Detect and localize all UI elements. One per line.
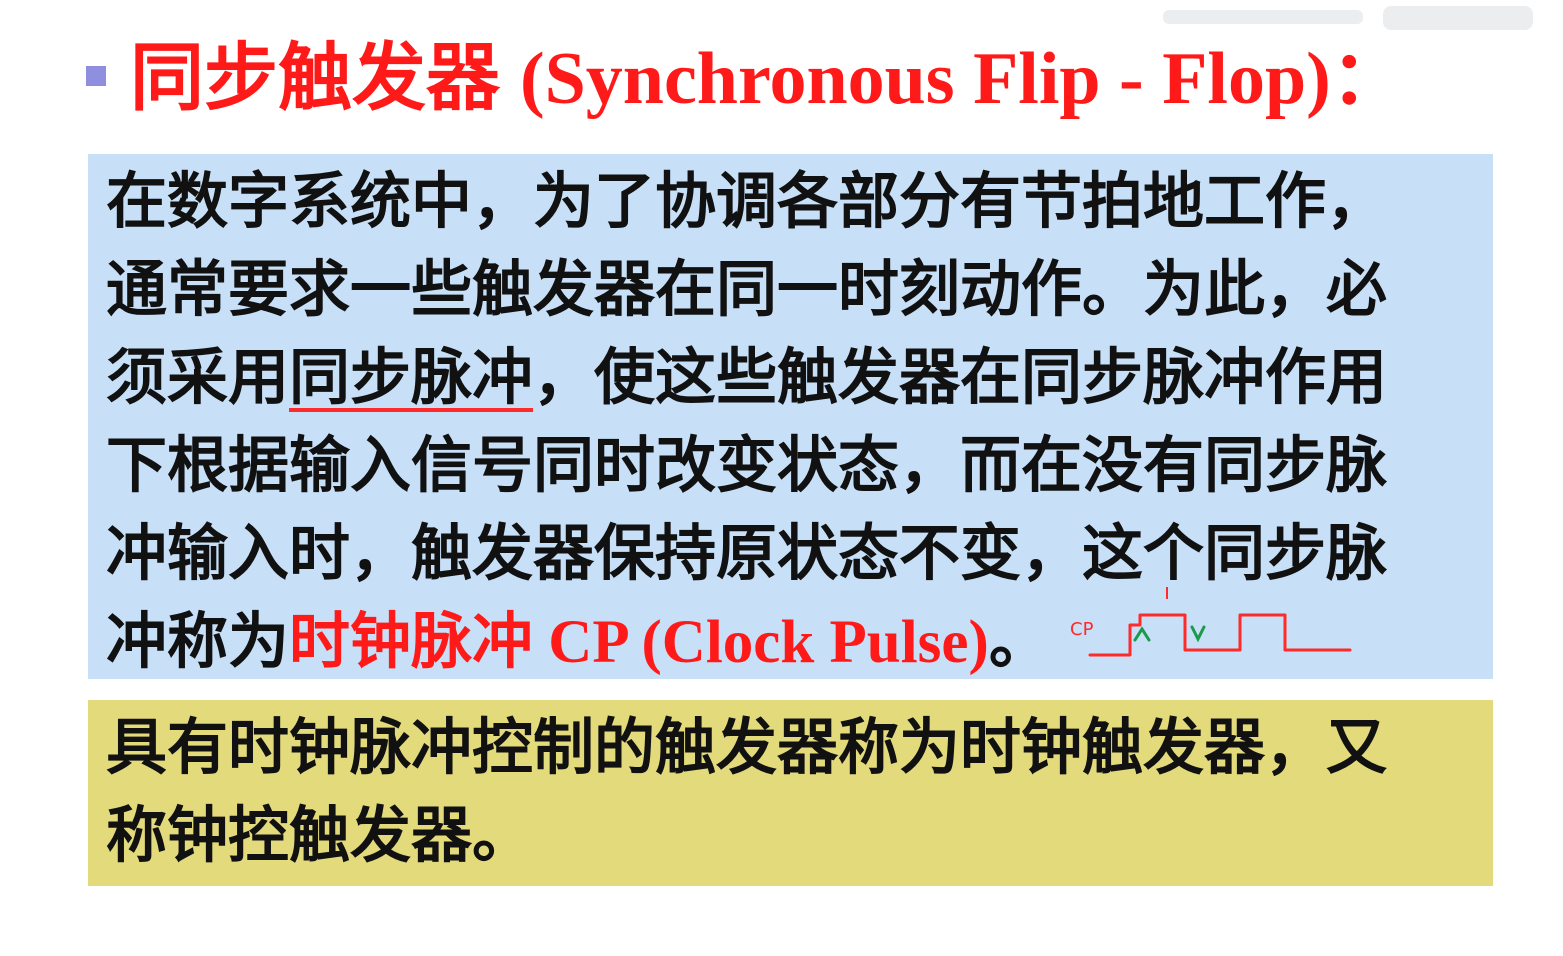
- sketch-cp-label: CP: [1070, 619, 1094, 640]
- watermark-logo: [1163, 6, 1533, 30]
- clock-pulse-sketch: CP: [1070, 587, 1352, 657]
- sketch-waveform: [1088, 613, 1352, 657]
- clock-pulse-term: 时钟脉冲: [289, 606, 534, 677]
- para1-line-3-a: 须采用: [106, 342, 290, 413]
- clock-pulse-english: CP (Clock Pulse): [533, 609, 989, 676]
- title-english: (Synchronous Flip - Flop)：: [520, 38, 1405, 120]
- clocked-flipflop-panel: 具有时钟脉冲控制的触发器称为时钟触发器，又 称钟控触发器。: [88, 700, 1493, 886]
- title-chinese: 同步触发器: [130, 35, 500, 121]
- para1-line-6-end: 。: [988, 606, 1050, 677]
- para2-line-2: 称钟控触发器。: [106, 800, 534, 871]
- sketch-falling-edge-arrow: [1190, 625, 1206, 643]
- sync-pulse-term: 同步脉冲: [289, 342, 534, 413]
- para1-line-6: 冲称为时钟脉冲 CP (Clock Pulse)。: [106, 602, 1050, 683]
- para1-line-2: 通常要求一些触发器在同一时刻动作。为此，必: [106, 254, 1388, 325]
- para1-line-6-a: 冲称为: [106, 606, 290, 677]
- para1-line-1: 在数字系统中，为了协调各部分有节拍地工作，: [106, 166, 1388, 237]
- para1-line-3-b: ，使这些触发器在同步脉冲作用: [533, 342, 1388, 413]
- para1-line-5: 冲输入时，触发器保持原状态不变，这个同步脉: [106, 518, 1388, 589]
- para1-line-3: 须采用同步脉冲，使这些触发器在同步脉冲作用: [106, 338, 1387, 418]
- para2-line-1: 具有时钟脉冲控制的触发器称为时钟触发器，又: [106, 712, 1388, 783]
- sketch-rising-edge-arrow: [1133, 626, 1151, 642]
- page-title: 同步触发器 (Synchronous Flip - Flop)：: [130, 30, 1405, 127]
- bullet-square: [86, 66, 106, 86]
- para1-line-4: 下根据输入信号同时改变状态，而在没有同步脉: [106, 430, 1388, 501]
